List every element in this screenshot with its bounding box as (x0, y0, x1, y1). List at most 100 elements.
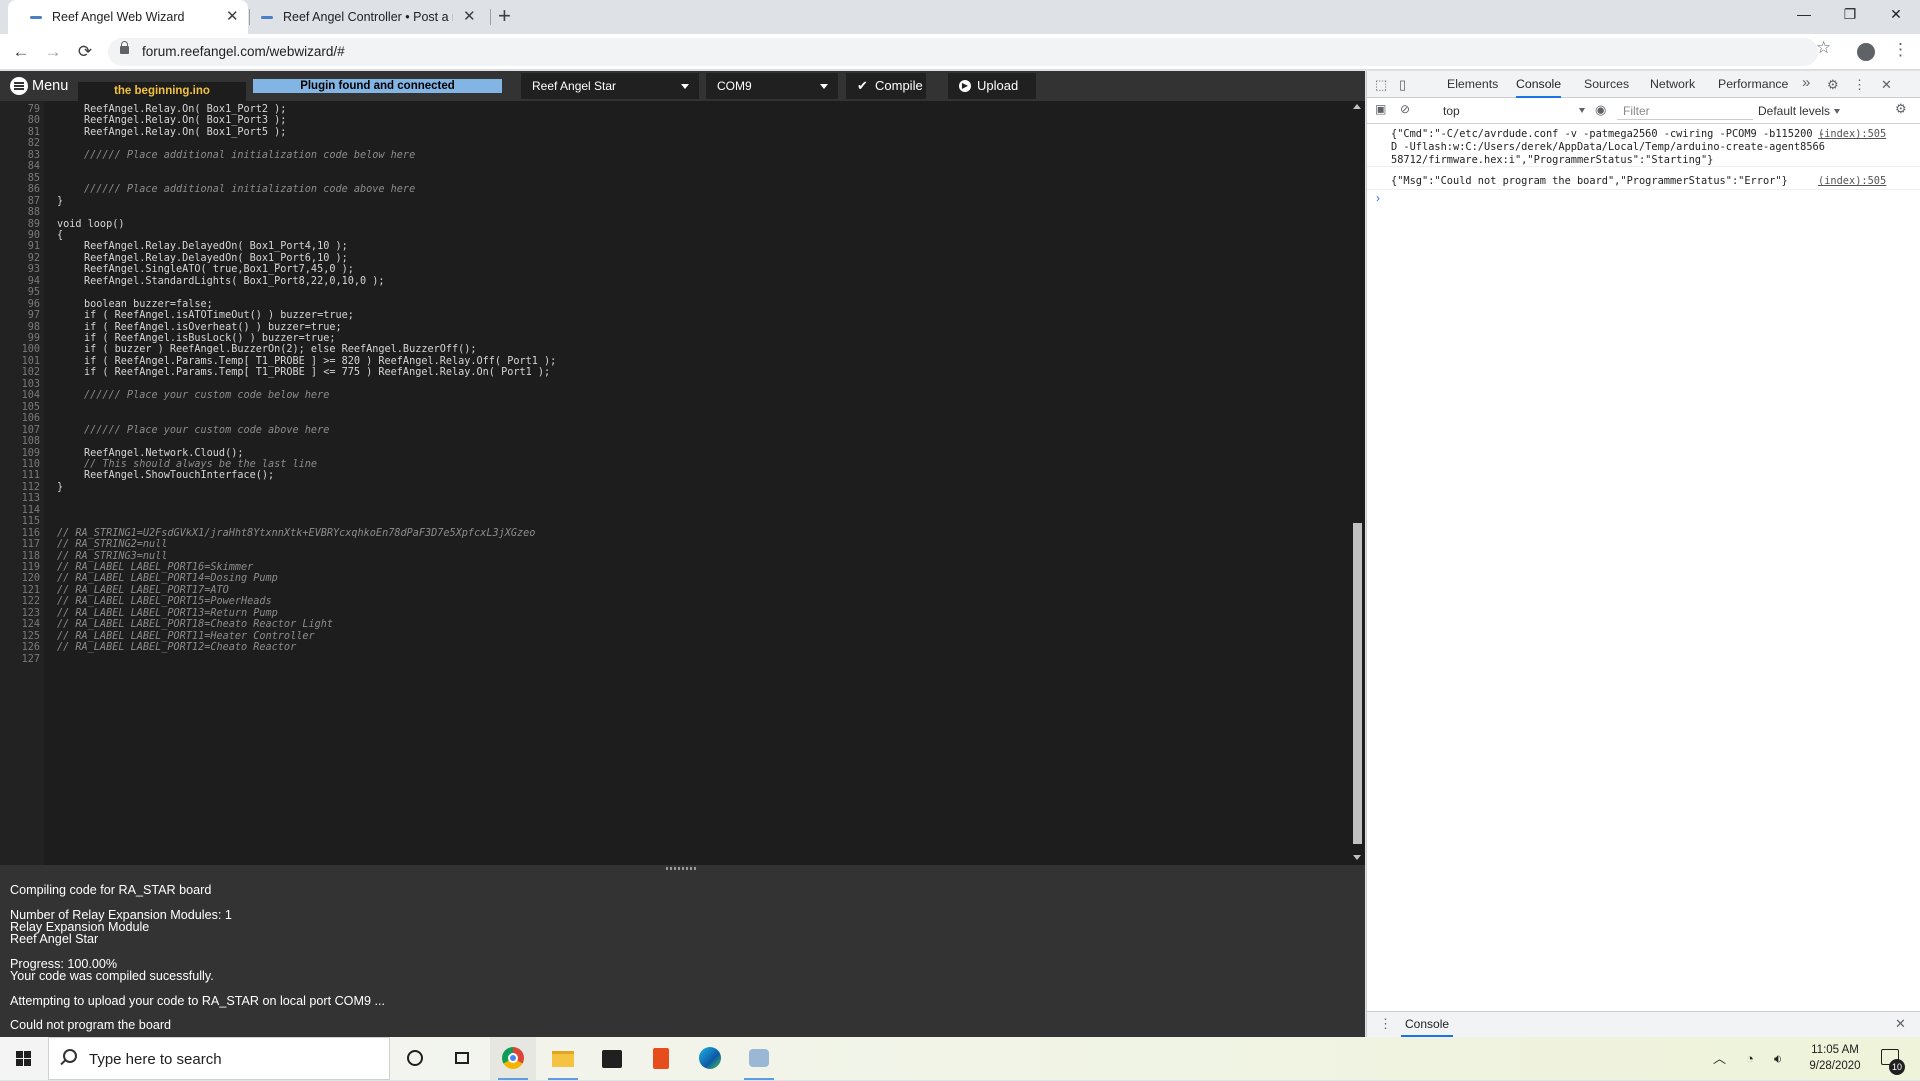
hamburger-icon (10, 77, 28, 95)
file-tab[interactable]: the beginning.ino (78, 82, 246, 101)
office-icon[interactable] (638, 1037, 684, 1080)
browser-tab-web-wizard[interactable]: Reef Angel Web Wizard ✕ (8, 0, 248, 34)
close-tab-icon[interactable]: ✕ (463, 0, 476, 34)
context-select[interactable]: top (1437, 103, 1587, 119)
tab-network[interactable]: Network (1650, 71, 1695, 98)
system-clock[interactable]: 11:05 AM 9/28/2020 (1804, 1042, 1866, 1074)
compile-button[interactable]: ✔ Compile (846, 73, 926, 99)
tab-performance[interactable]: Performance (1718, 71, 1788, 98)
task-view-frame (455, 1052, 469, 1064)
clock-date: 9/28/2020 (1809, 1060, 1861, 1072)
kebab-menu-icon[interactable]: ⋮ (1853, 77, 1866, 93)
tab-console[interactable]: Console (1516, 71, 1562, 98)
output-line: Attempting to upload your code to RA_STA… (10, 993, 385, 1008)
chrome-logo-center (508, 1053, 518, 1063)
star-icon[interactable]: ☆ (1816, 38, 1831, 58)
upload-button[interactable]: ▶ Upload (948, 73, 1036, 99)
plugin-status-badge: Plugin found and connected (253, 79, 502, 93)
browser-tab-strip: Reef Angel Web Wizard ✕ Reef Angel Contr… (0, 0, 1920, 34)
maximize-button[interactable]: ❐ (1827, 0, 1873, 30)
browser-tab-reef-angel-forum[interactable]: Reef Angel Controller • Post a rep ✕ (250, 0, 490, 34)
menu-button[interactable]: Menu (10, 77, 68, 95)
chrome-icon[interactable] (490, 1037, 536, 1080)
notification-count-badge: 10 (1889, 1059, 1905, 1075)
board-select-value: Reef Angel Star (532, 79, 617, 93)
code-line[interactable]: 127 (0, 653, 1350, 667)
reload-button[interactable]: ⟳ (73, 40, 97, 64)
edge-icon[interactable] (687, 1037, 733, 1080)
start-pane (24, 1059, 31, 1066)
editor-scrollbar[interactable] (1350, 101, 1365, 865)
compile-label: Compile (875, 78, 923, 93)
console-prompt[interactable]: › (1376, 191, 1380, 205)
reef-angel-favicon-icon (261, 16, 273, 19)
windows-taskbar: Type here to search ︿ ◔ 🔉︎ 11:05 AM 9/28… (0, 1037, 1920, 1080)
windows-start-icon[interactable] (0, 1037, 46, 1080)
close-window-button[interactable]: ✕ (1873, 0, 1919, 30)
scroll-up-arrow-icon[interactable] (1353, 104, 1361, 109)
close-devtools-icon[interactable]: ✕ (1881, 77, 1892, 93)
address-bar[interactable]: forum.reefangel.com/webwizard/# (108, 38, 1818, 66)
sidebar-toggle-icon[interactable]: ▣ (1375, 102, 1386, 116)
code-editor[interactable]: 79 ReefAngel.Relay.On( Box1_Port2 ); 80 Ree… (0, 101, 1350, 865)
board-select[interactable]: Reef Angel Star (521, 73, 699, 99)
gear-icon[interactable]: ⚙ (1827, 77, 1839, 93)
account-circle-icon[interactable] (1857, 43, 1875, 61)
upload-label: Upload (977, 78, 1019, 93)
edge-logo (699, 1047, 721, 1069)
tab-sources[interactable]: Sources (1584, 71, 1629, 98)
filter-input[interactable]: Filter (1617, 103, 1753, 120)
console-settings-icon[interactable]: ⚙ (1895, 101, 1907, 117)
chevron-down-icon (820, 84, 828, 89)
cortana-icon[interactable] (392, 1037, 438, 1080)
volume-icon[interactable]: 🔉︎ (1774, 1037, 1782, 1080)
cortana-ring (407, 1050, 423, 1066)
device-toolbar-icon[interactable]: ▯ (1399, 77, 1406, 93)
back-button[interactable]: ← (9, 40, 33, 64)
clear-console-icon[interactable]: ⊘ (1400, 102, 1410, 116)
source-link[interactable]: (index):505 (1818, 175, 1886, 188)
taskbar-search-input[interactable]: Type here to search (48, 1037, 390, 1080)
browser-toolbar: ← → ⟳ forum.reefangel.com/webwizard/# ☆ … (0, 34, 1920, 70)
port-select[interactable]: COM9 (706, 73, 838, 99)
wifi-icon[interactable]: ◔ (1746, 1037, 1754, 1080)
more-tabs-icon[interactable]: » (1802, 74, 1810, 91)
console-message: {"Cmd":"-C/etc/avrdude.conf -v -patmega2… (1367, 126, 1920, 167)
chevron-down-icon (1579, 108, 1585, 113)
task-view-icon[interactable] (440, 1037, 486, 1080)
scroll-down-arrow-icon[interactable] (1353, 855, 1361, 860)
arduino-logo (749, 1049, 769, 1067)
log-levels-value: Default levels (1758, 104, 1831, 118)
devtools-tab-bar: ⬚ ▯ Elements Console Sources Network Per… (1367, 71, 1920, 98)
tab-elements[interactable]: Elements (1447, 71, 1498, 98)
file-explorer-icon[interactable] (540, 1037, 586, 1080)
scrollbar-thumb[interactable] (1353, 523, 1362, 844)
line-number: 127 (21, 653, 40, 665)
drag-handle-icon[interactable] (666, 867, 698, 870)
kebab-menu-icon[interactable]: ⋮ (1892, 40, 1909, 60)
eye-icon[interactable]: ◉ (1595, 102, 1606, 118)
editor-output-splitter[interactable] (0, 865, 1365, 872)
minimize-button[interactable]: — (1781, 0, 1827, 30)
web-wizard: Menu the beginning.ino Plugin found and … (0, 71, 1365, 1037)
start-pane (24, 1051, 31, 1058)
new-tab-button[interactable]: + (498, 0, 511, 34)
lock-icon[interactable] (120, 41, 129, 54)
show-hidden-icons-icon[interactable]: ︿ (1713, 1037, 1726, 1080)
folder-shape (552, 1051, 574, 1067)
arduino-icon[interactable] (736, 1037, 782, 1080)
forward-button[interactable]: → (41, 40, 65, 64)
store-icon[interactable] (589, 1037, 635, 1080)
url-text[interactable]: forum.reefangel.com/webwizard/# (142, 38, 345, 66)
inspect-element-icon[interactable]: ⬚ (1375, 77, 1387, 93)
source-link[interactable]: (index):505 (1818, 128, 1886, 141)
close-drawer-icon[interactable]: ✕ (1895, 1016, 1906, 1032)
close-tab-icon[interactable]: ✕ (226, 0, 239, 34)
drawer-tab-console[interactable]: Console (1401, 1012, 1454, 1037)
chevron-down-icon (1834, 109, 1841, 115)
log-levels-select[interactable]: Default levels (1758, 103, 1841, 119)
devtools-panel: ⬚ ▯ Elements Console Sources Network Per… (1366, 71, 1920, 1037)
chevron-down-icon (681, 84, 689, 89)
output-line: Could not program the board (10, 1018, 172, 1033)
drawer-menu-icon[interactable]: ⋮ (1379, 1016, 1392, 1032)
